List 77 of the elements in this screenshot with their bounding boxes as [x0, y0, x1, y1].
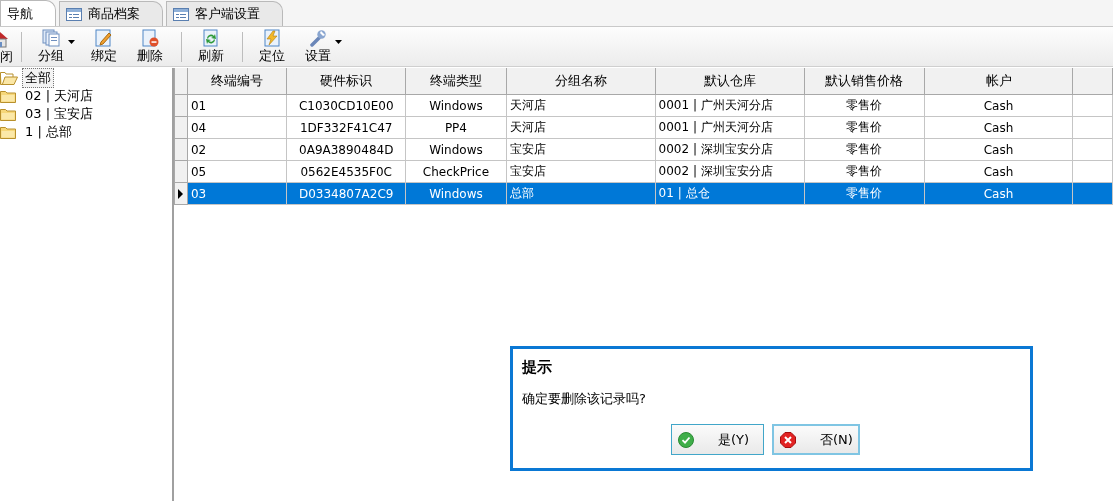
column-header[interactable]: 默认销售价格: [804, 68, 925, 95]
toolbar-button[interactable]: 删除: [131, 27, 169, 66]
caret-icon: [68, 39, 75, 44]
table-cell: 天河店: [506, 94, 656, 117]
table-row[interactable]: 03 D0334807A2C9 Windows 总部 01 | 总仓 零售价 Cash: [174, 182, 1113, 205]
table-cell: 0001 | 广州天河分店: [655, 94, 805, 117]
table-cell: 0001 | 广州天河分店: [655, 116, 805, 139]
dialog-message: 确定要删除该记录吗?: [522, 390, 647, 408]
table-cell: 1DF332F41C47: [286, 116, 406, 139]
folder-icon: [0, 107, 18, 121]
table-cell: PP4: [405, 116, 507, 139]
table-cell: 0002 | 深圳宝安分店: [655, 160, 805, 183]
table-cell: 04: [187, 116, 287, 139]
table-cell: C1030CD10E00: [286, 94, 406, 117]
table-cell: Cash: [924, 94, 1073, 117]
column-header[interactable]: 终端类型: [405, 68, 507, 95]
column-header[interactable]: 终端编号: [187, 68, 287, 95]
folder-icon: [0, 89, 18, 103]
table-row[interactable]: 01 C1030CD10E00 Windows 天河店 0001 | 广州天河分店 零售价 Cash: [174, 94, 1113, 117]
toolbar-button[interactable]: 分组: [32, 27, 70, 66]
window-list-icon: [173, 7, 189, 21]
column-header[interactable]: 分组名称: [506, 68, 656, 95]
caret-icon: [335, 39, 342, 44]
table-cell: 01 | 总仓: [655, 182, 805, 205]
table-cell: 零售价: [804, 160, 925, 183]
table-cell: 零售价: [804, 94, 925, 117]
table-cell: 0002 | 深圳宝安分店: [655, 138, 805, 161]
document-minus-icon: [141, 28, 159, 47]
toolbar-button[interactable]: 闭: [0, 27, 13, 66]
table-row[interactable]: 02 0A9A3890484D Windows 宝安店 0002 | 深圳宝安分店 零售价 Cash: [174, 138, 1113, 161]
tab[interactable]: 客户端设置: [166, 1, 283, 26]
table-cell: CheckPrice: [405, 160, 507, 183]
document-lightning-icon: [263, 28, 281, 47]
row-pointer-icon: [178, 188, 184, 199]
dialog-button[interactable]: 是(Y): [671, 424, 764, 455]
folder-icon: [0, 125, 18, 139]
stacked-pages-icon: [42, 28, 60, 47]
table-cell: 宝安店: [506, 138, 656, 161]
tab[interactable]: 商品档案: [59, 1, 163, 26]
table-cell: Windows: [405, 138, 507, 161]
table-cell: 02: [187, 138, 287, 161]
table-cell: 零售价: [804, 138, 925, 161]
toolbar-button[interactable]: 刷新: [192, 27, 230, 66]
tree-item[interactable]: 02 | 天河店: [22, 86, 97, 106]
tree-item[interactable]: 全部: [22, 68, 54, 88]
table-cell: 01: [187, 94, 287, 117]
table-cell: Cash: [924, 160, 1073, 183]
column-header[interactable]: 帐户: [924, 68, 1073, 95]
table-cell: 天河店: [506, 116, 656, 139]
document-arrows-icon: [202, 28, 220, 47]
column-header[interactable]: 硬件标识: [286, 68, 406, 95]
dialog-button[interactable]: 否(N): [772, 424, 860, 455]
close-icon: [780, 431, 796, 448]
column-header[interactable]: 默认仓库: [655, 68, 805, 95]
window-list-icon: [66, 7, 82, 21]
toolbar-button[interactable]: 设置: [299, 27, 337, 66]
wrench-icon: [309, 28, 327, 47]
tree-item[interactable]: 1 | 总部: [22, 122, 75, 142]
toolbar-button[interactable]: 绑定: [85, 27, 123, 66]
table-cell: Cash: [924, 182, 1073, 205]
table-row[interactable]: 05 0562E4535F0C CheckPrice 宝安店 0002 | 深圳宝安分店 零售价 Cash: [174, 160, 1113, 183]
document-pencil-icon: [95, 28, 113, 47]
dialog-title: 提示: [522, 358, 553, 378]
table-cell: 05: [187, 160, 287, 183]
table-cell: 总部: [506, 182, 656, 205]
table-cell: 0562E4535F0C: [286, 160, 406, 183]
tree-item[interactable]: 03 | 宝安店: [22, 104, 97, 124]
table-cell: 宝安店: [506, 160, 656, 183]
table-cell: Windows: [405, 94, 507, 117]
toolbar-button[interactable]: 定位: [253, 27, 291, 66]
table-cell: 0A9A3890484D: [286, 138, 406, 161]
table-cell: Cash: [924, 116, 1073, 139]
tab[interactable]: 导航: [0, 0, 56, 26]
table-cell: Cash: [924, 138, 1073, 161]
table-row[interactable]: 04 1DF332F41C47 PP4 天河店 0001 | 广州天河分店 零售价 Cash: [174, 116, 1113, 139]
table-cell: 零售价: [804, 116, 925, 139]
check-icon: [678, 431, 694, 448]
